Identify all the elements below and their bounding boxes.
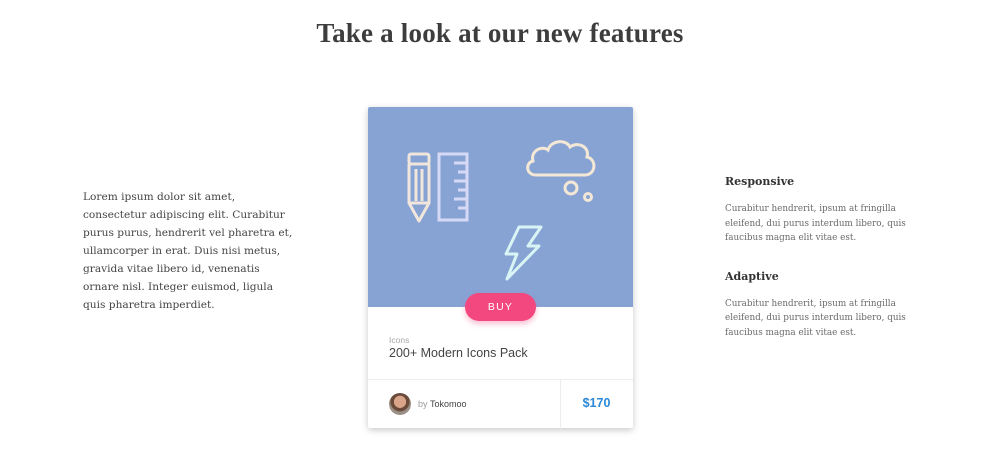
lightning-icon (504, 225, 543, 281)
feature-text: Curabitur hendrerit, ipsum at fringilla … (725, 298, 906, 338)
pencil-icon (407, 152, 431, 223)
card-image (368, 107, 633, 307)
page-title: Take a look at our new features (316, 18, 684, 48)
feature-heading: Responsive (725, 175, 795, 188)
product-card[interactable]: BUY Icons 200+ Modern Icons Pack by Toko… (368, 107, 633, 429)
product-price: $170 (582, 396, 611, 410)
intro-paragraph: Lorem ipsum dolor sit amet, consectetur … (83, 191, 293, 311)
feature-responsive: Responsive Curabitur hendrerit, ipsum at… (725, 175, 925, 246)
feature-heading: Adaptive (725, 269, 779, 283)
buy-button[interactable]: BUY (465, 293, 536, 321)
author-prefix: by (418, 399, 428, 409)
ruler-icon (437, 152, 469, 222)
feature-list: Responsive Curabitur hendrerit, ipsum at… (725, 175, 925, 364)
feature-adaptive: Adaptive Curabitur hendrerit, ipsum at f… (725, 270, 925, 341)
thought-cloud-icon (526, 140, 596, 202)
author-name[interactable]: Tokomoo (430, 399, 467, 409)
feature-text: Curabitur hendrerit, ipsum at fringilla … (725, 204, 906, 243)
author-avatar[interactable] (389, 393, 411, 415)
card-footer: by Tokomoo $170 (368, 379, 633, 429)
product-category: Icons (389, 335, 410, 345)
product-name[interactable]: 200+ Modern Icons Pack (389, 346, 528, 360)
